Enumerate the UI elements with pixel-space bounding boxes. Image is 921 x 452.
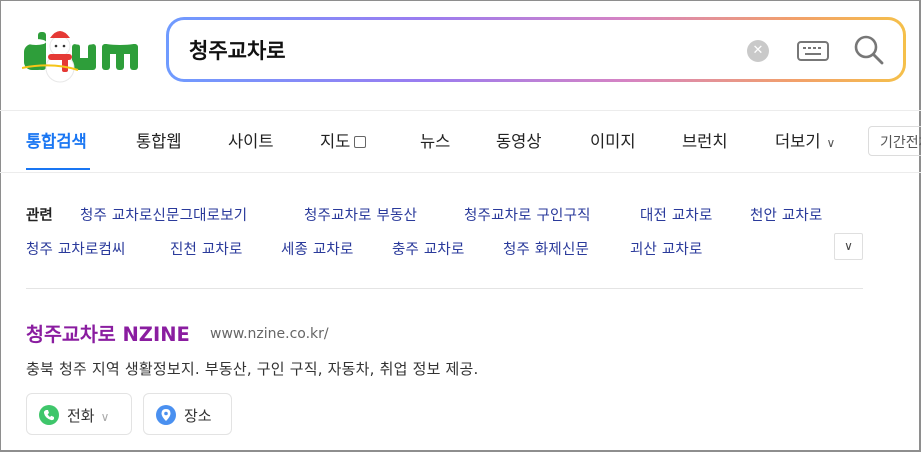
tab-video[interactable]: 동영상 xyxy=(496,128,542,152)
related-link[interactable]: 청주 교차로신문그대로보기 xyxy=(80,204,247,225)
call-button[interactable]: 전화 ∨ xyxy=(26,393,132,435)
search-bar-inner: ✕ xyxy=(169,20,903,79)
tab-brunch[interactable]: 브런치 xyxy=(682,128,728,152)
tab-label: 더보기 xyxy=(775,132,821,151)
tab-integrated-web[interactable]: 통합웹 xyxy=(136,128,182,152)
related-link[interactable]: 충주 교차로 xyxy=(392,238,465,259)
phone-icon xyxy=(39,405,59,425)
related-link[interactable]: 청주 교차로컴씨 xyxy=(26,238,126,259)
tab-label: 지도 xyxy=(320,132,351,151)
place-button[interactable]: 장소 xyxy=(143,393,232,435)
tab-label: 통합검색 xyxy=(26,132,87,151)
related-link[interactable]: 대전 교차로 xyxy=(640,204,713,225)
result-title-link[interactable]: 청주교차로 NZINE xyxy=(26,318,190,347)
tab-site[interactable]: 사이트 xyxy=(228,128,274,152)
tab-label: 통합웹 xyxy=(136,132,182,151)
clear-icon[interactable]: ✕ xyxy=(747,40,769,62)
search-bar: ✕ xyxy=(166,17,906,82)
location-pin-icon xyxy=(156,405,176,425)
related-link[interactable]: 세종 교차로 xyxy=(281,238,354,259)
tab-label: 브런치 xyxy=(682,132,728,151)
tab-map[interactable]: 지도 xyxy=(320,128,367,152)
related-link[interactable]: 괴산 교차로 xyxy=(630,238,703,259)
period-filter-label: 기간전체 xyxy=(880,135,921,151)
tab-image[interactable]: 이미지 xyxy=(590,128,636,152)
period-filter-button[interactable]: 기간전체 xyxy=(868,126,921,156)
related-link[interactable]: 천안 교차로 xyxy=(750,204,823,225)
tab-news[interactable]: 뉴스 xyxy=(420,128,450,152)
related-link[interactable]: 청주교차로 부동산 xyxy=(304,204,417,225)
active-tab-indicator xyxy=(26,168,90,170)
related-divider xyxy=(26,288,863,289)
daum-logo-icon[interactable] xyxy=(22,18,142,90)
tab-label: 사이트 xyxy=(228,132,274,151)
result-url[interactable]: www.nzine.co.kr/ xyxy=(210,326,329,342)
place-button-label: 장소 xyxy=(184,407,212,425)
related-link[interactable]: 청주 화제신문 xyxy=(503,238,589,259)
tab-label: 이미지 xyxy=(590,132,636,151)
search-icon[interactable] xyxy=(852,33,886,67)
tabs-divider xyxy=(0,172,921,173)
chevron-down-icon: ∨ xyxy=(826,136,836,150)
map-icon xyxy=(354,136,367,148)
call-button-label: 전화 xyxy=(67,407,95,425)
chevron-down-icon: ∨ xyxy=(844,239,853,253)
search-input[interactable] xyxy=(189,34,709,66)
chevron-down-icon: ∨ xyxy=(100,410,110,424)
related-label: 관련 xyxy=(26,208,53,224)
tab-more[interactable]: 더보기 ∨ xyxy=(775,128,835,152)
header-divider xyxy=(0,110,921,111)
tab-label: 동영상 xyxy=(496,132,542,151)
result-description: 충북 청주 지역 생활정보지. 부동산, 구인 구직, 자동차, 취업 정보 제… xyxy=(26,360,479,378)
search-tabs: 통합검색 통합웹 사이트 지도 뉴스 동영상 이미지 브런치 더보기 ∨ 기간전체 xyxy=(0,112,921,170)
related-expand-button[interactable]: ∨ xyxy=(834,233,863,260)
related-link[interactable]: 진천 교차로 xyxy=(170,238,243,259)
keyboard-icon[interactable] xyxy=(796,39,830,63)
related-link[interactable]: 청주교차로 구인구직 xyxy=(464,204,591,225)
tab-label: 뉴스 xyxy=(420,132,451,151)
tab-integrated-search[interactable]: 통합검색 xyxy=(26,128,87,152)
